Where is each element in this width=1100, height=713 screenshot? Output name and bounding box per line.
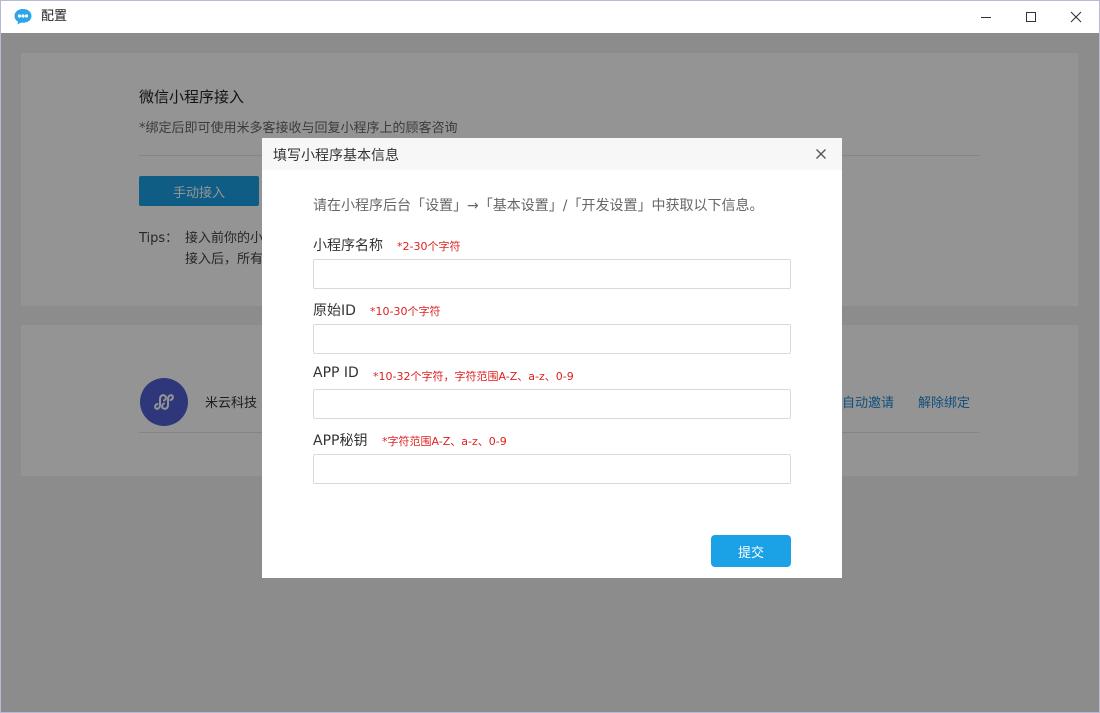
dialog-header: 填写小程序基本信息 <box>262 138 842 170</box>
dialog-instruction: 请在小程序后台「设置」→「基本设置」/「开发设置」中获取以下信息。 <box>313 198 764 214</box>
title-bar: 配置 <box>1 1 1099 33</box>
window-title: 配置 <box>41 9 68 24</box>
field-label-app-secret: APP秘钥 <box>313 433 368 449</box>
config-window: 配置 微信小程序接入 *绑定后即可使用米多客接收与回复小程序上的顾客咨询 手动接… <box>0 0 1100 713</box>
field-label-app-id: APP ID <box>313 365 359 381</box>
submit-button[interactable]: 提交 <box>711 535 791 567</box>
maximize-button[interactable] <box>1008 1 1054 33</box>
field-label-original-id: 原始ID <box>313 303 356 319</box>
minimize-icon <box>981 17 991 18</box>
field-label-name: 小程序名称 <box>313 238 383 254</box>
field-hint-app-id: *10-32个字符，字符范围A-Z、a-z、0-9 <box>373 370 574 383</box>
close-icon <box>816 149 826 159</box>
mini-program-info-dialog: 填写小程序基本信息 请在小程序后台「设置」→「基本设置」/「开发设置」中获取以下… <box>262 138 842 578</box>
field-hint-name: *2-30个字符 <box>397 240 461 253</box>
app-secret-input[interactable] <box>313 454 791 484</box>
dialog-close-button[interactable] <box>810 143 832 165</box>
field-hint-app-secret: *字符范围A-Z、a-z、0-9 <box>382 435 507 448</box>
minimize-button[interactable] <box>963 1 1009 33</box>
mini-program-name-input[interactable] <box>313 259 791 289</box>
app-id-input[interactable] <box>313 389 791 419</box>
window-close-button[interactable] <box>1053 1 1099 33</box>
dialog-title: 填写小程序基本信息 <box>273 148 399 164</box>
maximize-icon <box>1026 12 1036 22</box>
close-icon <box>1070 11 1082 23</box>
original-id-input[interactable] <box>313 324 791 354</box>
app-logo-icon <box>14 9 32 25</box>
field-hint-original-id: *10-30个字符 <box>370 305 441 318</box>
